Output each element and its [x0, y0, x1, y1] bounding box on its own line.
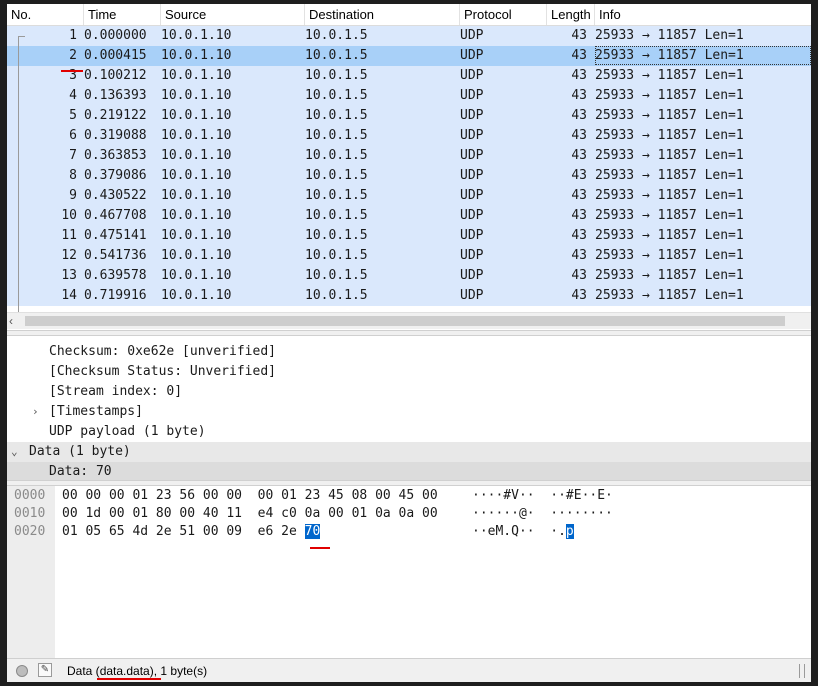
packet-cell-info: 25933 → 11857 Len=1 [595, 188, 744, 203]
packet-cell-info: 25933 → 11857 Len=1 [595, 128, 744, 143]
packet-cell-len: 43 [571, 268, 587, 283]
packet-cell-info: 25933 → 11857 Len=1 [595, 268, 744, 283]
conversation-tree-corner [18, 36, 25, 37]
status-suffix: ), 1 byte(s) [149, 664, 208, 678]
status-field-name: data.data [99, 664, 150, 678]
packet-row[interactable]: 2 0.000415 10.0.1.10 10.0.1.5 UDP 43 25933 → 1… [7, 46, 811, 66]
packet-cell-len: 43 [571, 148, 587, 163]
status-prefix: Data ( [67, 664, 100, 678]
packet-cell-len: 43 [571, 88, 587, 103]
packet-row[interactable]: 4 0.136393 10.0.1.10 10.0.1.5 UDP 43 25933 → 1… [7, 86, 811, 106]
column-header-info[interactable]: Info [595, 4, 811, 25]
packet-cell-info: 25933 → 11857 Len=1 [595, 88, 744, 103]
packet-cell-info: 25933 → 11857 Len=1 [595, 248, 744, 263]
packet-cell-info: 25933 → 11857 Len=1 [595, 288, 744, 303]
packet-cell-len: 43 [571, 48, 587, 63]
detail-row[interactable]: Data: 70 [7, 462, 811, 482]
expert-info-led-icon[interactable] [16, 665, 28, 677]
detail-text: [Timestamps] [49, 404, 143, 419]
packet-cell-len: 43 [571, 288, 587, 303]
collapse-arrow-icon[interactable]: › [32, 402, 39, 422]
packet-cell-info: 25933 → 11857 Len=1 [595, 68, 744, 83]
byte-offset: 0000 [14, 488, 46, 503]
packet-list-pane: No. Time Source Destination Protocol Len… [7, 4, 811, 330]
status-bar: ✎ Data (data.data), 1 byte(s) [7, 658, 811, 682]
horizontal-scrollbar[interactable]: ‹ [7, 312, 811, 329]
detail-row[interactable]: [Checksum Status: Unverified] [7, 362, 811, 382]
byte-hex[interactable]: 01 05 65 4d 2e 51 00 09 e6 2e 70 [62, 523, 321, 541]
wireshark-window: No. Time Source Destination Protocol Len… [7, 4, 811, 682]
selected-ascii-char[interactable]: p [565, 524, 574, 539]
packet-cell-info: 25933 → 11857 Len=1 [595, 148, 744, 163]
packet-rows: 14 0.719916 10.0.1.10 10.0.1.5 UDP 43 25933 → … [7, 26, 811, 312]
packet-cell-info: 25933 → 11857 Len=1 [595, 28, 744, 43]
edit-comment-icon[interactable]: ✎ [38, 663, 52, 677]
conversation-tree-line [18, 36, 19, 312]
packet-cell-len: 43 [571, 188, 587, 203]
column-header-protocol[interactable]: Protocol [460, 4, 547, 25]
byte-ascii[interactable]: ····#V·· ··#E··E· [472, 487, 613, 505]
byte-hex-text: 01 05 65 4d 2e 51 00 09 e6 2e [62, 524, 305, 539]
packet-cell-info: 25933 → 11857 Len=1 [595, 228, 744, 243]
packet-cell-len: 43 [571, 108, 587, 123]
byte-hex[interactable]: 00 1d 00 01 80 00 40 11 e4 c0 0a 00 01 0… [62, 505, 438, 523]
packet-row[interactable]: 14 0.719916 10.0.1.10 10.0.1.5 UDP 43 25933 → … [7, 286, 811, 306]
red-annotation-underline [310, 547, 330, 549]
packet-row[interactable]: 1 0.000000 10.0.1.10 10.0.1.5 UDP 43 25933 → 1… [7, 26, 811, 46]
packet-cell-info: 25933 → 11857 Len=1 [595, 108, 744, 123]
packet-row[interactable]: 9 0.430522 10.0.1.10 10.0.1.5 UDP 43 25933 → 1… [7, 186, 811, 206]
packet-cell-len: 43 [571, 68, 587, 83]
packet-cell-len: 43 [571, 228, 587, 243]
detail-row[interactable]: [Stream index: 0] [7, 382, 811, 402]
detail-text: Data: 70 [49, 464, 112, 479]
detail-text: [Checksum Status: Unverified] [49, 364, 276, 379]
packet-cell-info: 25933 → 11857 Len=1 [595, 168, 744, 183]
detail-text: UDP payload (1 byte) [49, 424, 206, 439]
column-header-time[interactable]: Time [84, 4, 161, 25]
detail-text: Data (1 byte) [29, 444, 131, 459]
packet-cell-info: 25933 → 11857 Len=1 [595, 208, 744, 223]
expand-arrow-icon[interactable]: ⌄ [11, 442, 18, 462]
byte-ascii[interactable]: ··eM.Q·· ·.p [472, 523, 574, 541]
status-grip-icon[interactable] [799, 664, 805, 678]
byte-offset: 0010 [14, 506, 46, 521]
detail-row[interactable]: › [Timestamps] [7, 402, 811, 422]
scroll-left-icon[interactable]: ‹ [9, 313, 13, 329]
red-annotation-underline [61, 70, 83, 72]
packet-cell-len: 43 [571, 168, 587, 183]
packet-row[interactable]: 7 0.363853 10.0.1.10 10.0.1.5 UDP 43 25933 → 1… [7, 146, 811, 166]
packet-cell-len: 43 [571, 28, 587, 43]
red-annotation-underline [97, 678, 161, 680]
detail-text: Checksum: 0xe62e [unverified] [49, 344, 276, 359]
detail-row[interactable]: ⌄ Data (1 byte) [7, 442, 811, 462]
detail-row[interactable]: UDP payload (1 byte) [7, 422, 811, 442]
byte-ascii[interactable]: ······@· ········ [472, 505, 613, 523]
detail-text: [Stream index: 0] [49, 384, 183, 399]
column-header-destination[interactable]: Destination [305, 4, 460, 25]
byte-ascii-text: ··eM.Q·· ·. [472, 524, 566, 539]
packet-cell-info: 25933 → 11857 Len=1 [595, 46, 811, 65]
packet-row[interactable]: 10 0.467708 10.0.1.10 10.0.1.5 UDP 43 25933 → … [7, 206, 811, 226]
packet-row[interactable]: 12 0.541736 10.0.1.10 10.0.1.5 UDP 43 25933 → … [7, 246, 811, 266]
detail-row[interactable]: Checksum: 0xe62e [unverified] [7, 342, 811, 362]
column-header-source[interactable]: Source [161, 4, 305, 25]
packet-bytes-pane: 0000 00 00 00 01 23 56 00 00 00 01 23 45… [7, 486, 811, 658]
packet-details-pane: Checksum: 0xe62e [unverified] [Checksum S… [7, 336, 811, 482]
scrollbar-thumb[interactable] [25, 316, 785, 326]
packet-cell-len: 43 [571, 128, 587, 143]
byte-offset: 0020 [14, 524, 46, 539]
packet-row[interactable]: 6 0.319088 10.0.1.10 10.0.1.5 UDP 43 25933 → 1… [7, 126, 811, 146]
packet-row[interactable]: 5 0.219122 10.0.1.10 10.0.1.5 UDP 43 25933 → 1… [7, 106, 811, 126]
byte-hex[interactable]: 00 00 00 01 23 56 00 00 00 01 23 45 08 0… [62, 487, 438, 505]
packet-row[interactable]: 3 0.100212 10.0.1.10 10.0.1.5 UDP 43 25933 → 1… [7, 66, 811, 86]
packet-row[interactable]: 13 0.639578 10.0.1.10 10.0.1.5 UDP 43 25933 → … [7, 266, 811, 286]
selected-byte[interactable]: 70 [304, 524, 321, 539]
packet-list-header: No. Time Source Destination Protocol Len… [7, 4, 811, 26]
packet-row[interactable]: 11 0.475141 10.0.1.10 10.0.1.5 UDP 43 25933 → … [7, 226, 811, 246]
packet-cell-len: 43 [571, 208, 587, 223]
column-header-no[interactable]: No. [7, 4, 84, 25]
packet-cell-len: 43 [571, 248, 587, 263]
packet-row[interactable]: 8 0.379086 10.0.1.10 10.0.1.5 UDP 43 25933 → 1… [7, 166, 811, 186]
column-header-length[interactable]: Length [547, 4, 595, 25]
